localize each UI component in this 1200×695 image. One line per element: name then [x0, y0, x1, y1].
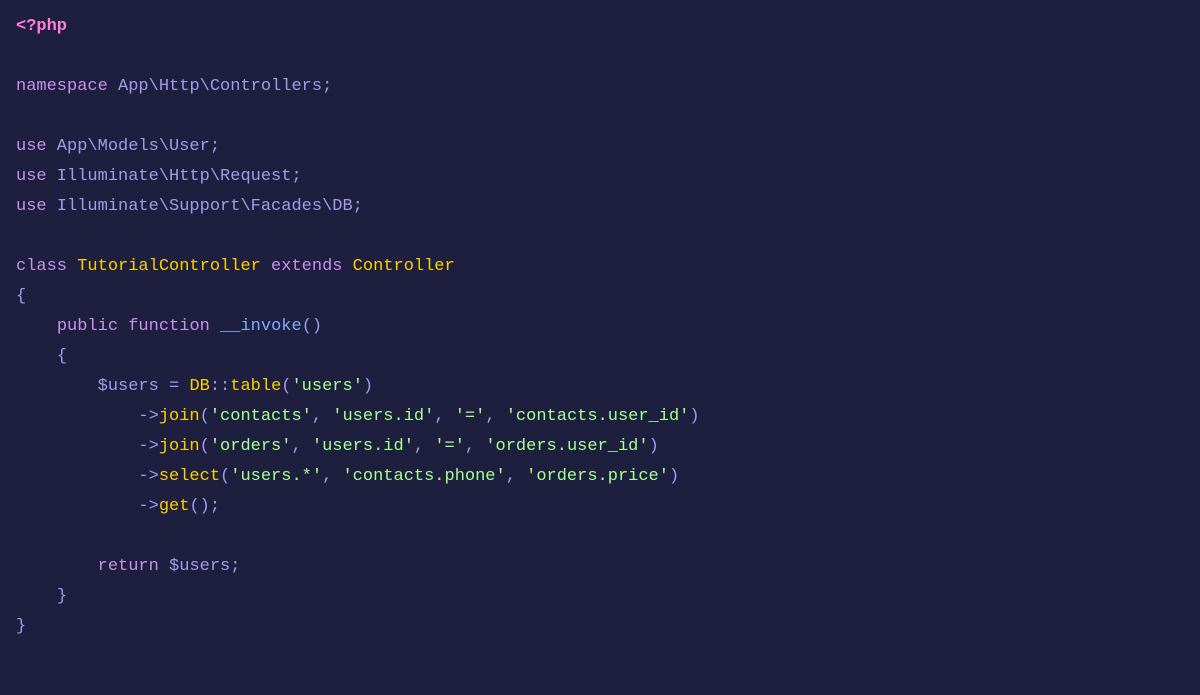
- code-line-21: }: [16, 612, 1184, 642]
- arrow-operator: ->: [138, 437, 158, 456]
- indent: [16, 437, 138, 456]
- use-path: Illuminate\Http\Request;: [47, 167, 302, 186]
- indent: [16, 347, 57, 366]
- indent: [16, 497, 138, 516]
- close-brace: }: [57, 587, 67, 606]
- string-literal: 'users.*': [230, 467, 322, 486]
- namespace-keyword: namespace: [16, 77, 108, 96]
- indent: [16, 407, 138, 426]
- code-line-blank: [16, 222, 1184, 252]
- code-line-blank: [16, 522, 1184, 552]
- comma: ,: [434, 407, 454, 426]
- code-line-3: namespace App\Http\Controllers;: [16, 72, 1184, 102]
- join-method: join: [159, 437, 200, 456]
- close-brace: }: [16, 617, 26, 636]
- class-name: TutorialController: [67, 257, 261, 276]
- comma: ,: [485, 407, 505, 426]
- comma: ,: [414, 437, 434, 456]
- arrow-operator: ->: [138, 407, 158, 426]
- indent: [16, 557, 98, 576]
- use-keyword: use: [16, 167, 47, 186]
- close-paren: ): [363, 377, 373, 396]
- function-name: __invoke: [210, 317, 302, 336]
- indent: [16, 467, 138, 486]
- parent-class-name: Controller: [342, 257, 454, 276]
- code-line-16: ->select('users.*', 'contacts.phone', 'o…: [16, 462, 1184, 492]
- use-path: Illuminate\Support\Facades\DB;: [47, 197, 363, 216]
- use-path: App\Models\User;: [47, 137, 220, 156]
- string-literal: '=': [455, 407, 486, 426]
- close-paren: ): [689, 407, 699, 426]
- open-paren: (: [200, 407, 210, 426]
- code-line-12: {: [16, 342, 1184, 372]
- equals-operator: =: [159, 377, 190, 396]
- namespace-path: App\Http\Controllers;: [108, 77, 332, 96]
- string-literal: 'contacts.user_id': [506, 407, 690, 426]
- variable: $users: [98, 377, 159, 396]
- close-paren: ): [649, 437, 659, 456]
- code-editor[interactable]: <?php namespace App\Http\Controllers; us…: [16, 12, 1184, 642]
- indent: [16, 587, 57, 606]
- close-paren: ): [669, 467, 679, 486]
- extends-keyword: extends: [261, 257, 343, 276]
- public-keyword: public: [57, 317, 118, 336]
- select-method: select: [159, 467, 220, 486]
- string-literal: 'orders.price': [526, 467, 669, 486]
- open-paren: (: [220, 467, 230, 486]
- code-line-blank: [16, 42, 1184, 72]
- string-literal: 'contacts': [210, 407, 312, 426]
- open-paren: (: [281, 377, 291, 396]
- variable: $users: [159, 557, 230, 576]
- code-line-blank: [16, 102, 1184, 132]
- comma: ,: [312, 407, 332, 426]
- code-line-19: return $users;: [16, 552, 1184, 582]
- string-literal: 'orders.user_id': [485, 437, 648, 456]
- arrow-operator: ->: [138, 497, 158, 516]
- code-line-13: $users = DB::table('users'): [16, 372, 1184, 402]
- function-keyword: function: [118, 317, 210, 336]
- comma: ,: [465, 437, 485, 456]
- parentheses-semi: ();: [189, 497, 220, 516]
- comma: ,: [322, 467, 342, 486]
- string-literal: '=': [434, 437, 465, 456]
- string-literal: 'contacts.phone': [342, 467, 505, 486]
- string-literal: 'users': [291, 377, 362, 396]
- code-line-5: use App\Models\User;: [16, 132, 1184, 162]
- db-class: DB: [189, 377, 209, 396]
- comma: ,: [291, 437, 311, 456]
- class-keyword: class: [16, 257, 67, 276]
- use-keyword: use: [16, 137, 47, 156]
- open-brace: {: [57, 347, 67, 366]
- string-literal: 'orders': [210, 437, 292, 456]
- join-method: join: [159, 407, 200, 426]
- double-colon: ::: [210, 377, 230, 396]
- code-line-20: }: [16, 582, 1184, 612]
- table-method: table: [230, 377, 281, 396]
- comma: ,: [506, 467, 526, 486]
- string-literal: 'users.id': [312, 437, 414, 456]
- code-line-10: {: [16, 282, 1184, 312]
- parentheses: (): [302, 317, 322, 336]
- code-line-9: class TutorialController extends Control…: [16, 252, 1184, 282]
- return-keyword: return: [98, 557, 159, 576]
- indent: [16, 377, 98, 396]
- code-line-17: ->get();: [16, 492, 1184, 522]
- code-line-6: use Illuminate\Http\Request;: [16, 162, 1184, 192]
- open-brace: {: [16, 287, 26, 306]
- php-open-tag: <?php: [16, 17, 67, 36]
- code-line-1: <?php: [16, 12, 1184, 42]
- arrow-operator: ->: [138, 467, 158, 486]
- get-method: get: [159, 497, 190, 516]
- open-paren: (: [200, 437, 210, 456]
- use-keyword: use: [16, 197, 47, 216]
- semicolon: ;: [230, 557, 240, 576]
- code-line-7: use Illuminate\Support\Facades\DB;: [16, 192, 1184, 222]
- code-line-14: ->join('contacts', 'users.id', '=', 'con…: [16, 402, 1184, 432]
- string-literal: 'users.id': [332, 407, 434, 426]
- indent: [16, 317, 57, 336]
- code-line-11: public function __invoke(): [16, 312, 1184, 342]
- code-line-15: ->join('orders', 'users.id', '=', 'order…: [16, 432, 1184, 462]
